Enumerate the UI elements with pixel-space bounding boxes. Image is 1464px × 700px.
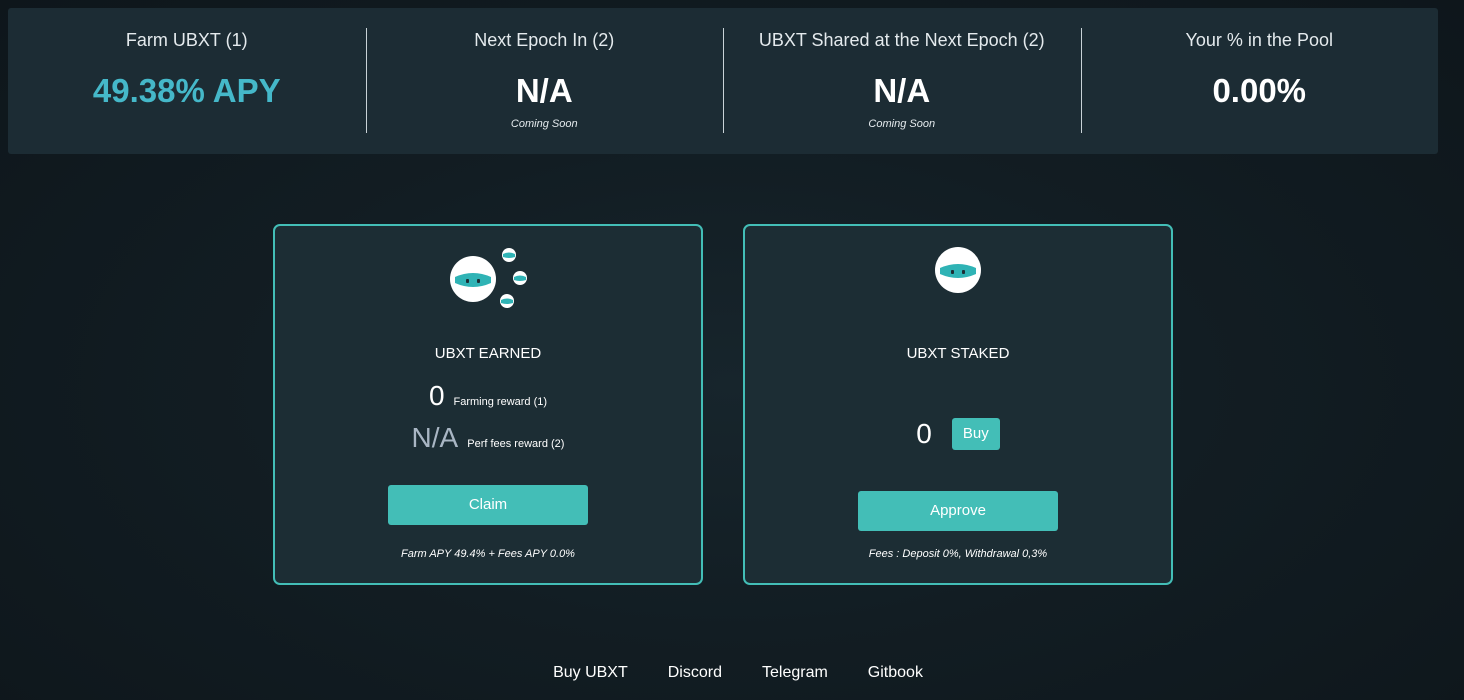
footer-link-gitbook[interactable]: Gitbook bbox=[868, 664, 923, 682]
stat-label: Next Epoch In (2) bbox=[474, 30, 615, 50]
perf-fees-reward-row: N/A Perf fees reward (2) bbox=[275, 422, 701, 454]
stat-label: Farm UBXT (1) bbox=[125, 30, 248, 50]
footer-link-telegram[interactable]: Telegram bbox=[762, 664, 828, 682]
stat-pool-share: Your % in the Pool 0.00% bbox=[1080, 8, 1439, 154]
footer-links: Buy UBXT Discord Telegram Gitbook bbox=[0, 664, 1464, 682]
approve-button[interactable]: Approve bbox=[858, 491, 1058, 531]
stats-bar: Farm UBXT (1) 49.38% APY Next Epoch In (… bbox=[8, 8, 1438, 154]
ubxt-multi-bubble-icon bbox=[450, 248, 527, 308]
stat-subtext: Coming Soon bbox=[868, 118, 936, 130]
farming-reward-label: Farming reward (1) bbox=[453, 396, 548, 408]
stat-label: Your % in the Pool bbox=[1185, 30, 1333, 50]
stat-ubxt-shared: UBXT Shared at the Next Epoch (2) N/A Co… bbox=[723, 8, 1081, 154]
stat-value: N/A bbox=[873, 72, 931, 109]
stat-value: 0.00% bbox=[1212, 72, 1307, 109]
earned-footnote: Farm APY 49.4% + Fees APY 0.0% bbox=[401, 548, 575, 560]
farming-reward-row: 0 Farming reward (1) bbox=[275, 380, 701, 412]
ubxt-staked-card: UBXT STAKED 0 Buy Approve Fees : Deposit… bbox=[743, 224, 1173, 585]
staked-amount-row: 0 Buy bbox=[745, 418, 1171, 450]
apy-value: 49.38% APY bbox=[92, 72, 281, 109]
card-title: UBXT EARNED bbox=[434, 345, 542, 362]
perf-fees-reward-label: Perf fees reward (2) bbox=[467, 438, 565, 450]
staked-value: 0 bbox=[916, 418, 932, 449]
claim-button[interactable]: Claim bbox=[388, 485, 588, 525]
stat-subtext: Coming Soon bbox=[510, 118, 578, 130]
ubxt-earned-card: UBXT EARNED 0 Farming reward (1) N/A Per… bbox=[273, 224, 703, 585]
farming-reward-value: 0 bbox=[428, 380, 445, 411]
perf-fees-reward-value: N/A bbox=[411, 422, 459, 453]
stat-farm-ubxt: Farm UBXT (1) 49.38% APY bbox=[8, 8, 366, 154]
stat-label: UBXT Shared at the Next Epoch (2) bbox=[758, 30, 1045, 50]
staked-footnote: Fees : Deposit 0%, Withdrawal 0,3% bbox=[868, 548, 1048, 560]
footer-link-discord[interactable]: Discord bbox=[668, 664, 722, 682]
stat-value: N/A bbox=[515, 72, 573, 109]
card-title: UBXT STAKED bbox=[906, 345, 1010, 362]
stat-next-epoch: Next Epoch In (2) N/A Coming Soon bbox=[365, 8, 724, 154]
ubxt-bubble-icon bbox=[935, 247, 981, 293]
footer-link-buy-ubxt[interactable]: Buy UBXT bbox=[553, 664, 628, 682]
buy-button[interactable]: Buy bbox=[951, 418, 1000, 450]
